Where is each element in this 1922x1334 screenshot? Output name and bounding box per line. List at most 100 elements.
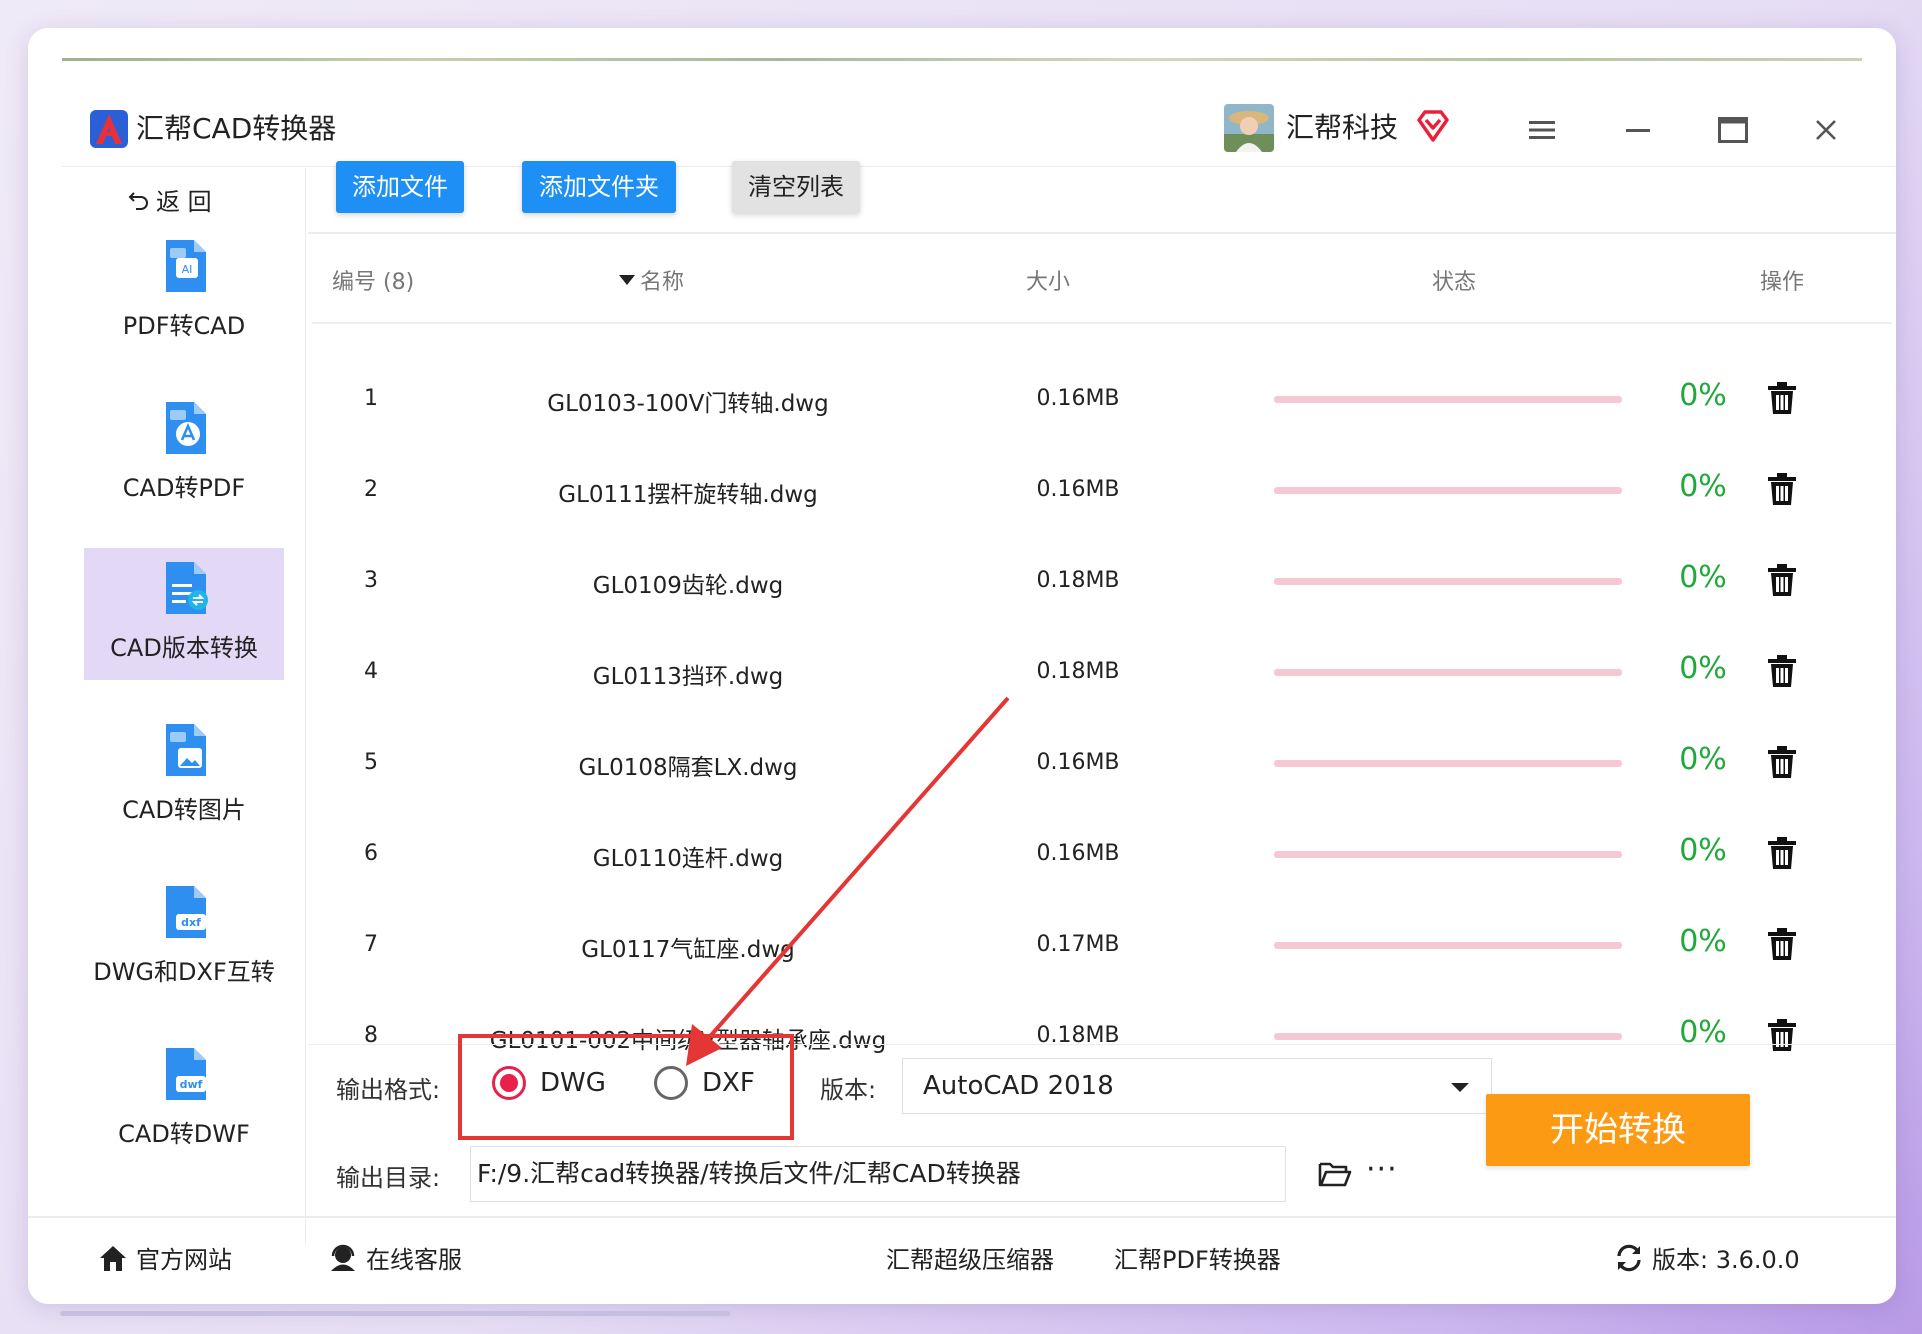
output-dir-label: 输出目录:: [336, 1164, 441, 1192]
official-website-label: 官方网站: [136, 1246, 232, 1274]
col-header-name: 名称: [640, 270, 685, 295]
radio-dxf[interactable]: DXF: [654, 1066, 755, 1100]
row-number: 1: [364, 386, 378, 411]
decorative-bottom-bar: [60, 1311, 730, 1316]
folder-open-icon[interactable]: [1318, 1160, 1352, 1188]
row-progress-bar: [1274, 578, 1622, 585]
back-label: 返 回: [156, 188, 212, 216]
close-button[interactable]: [1808, 112, 1844, 148]
version-label: 版本:: [820, 1076, 877, 1104]
delete-button[interactable]: [1764, 744, 1800, 780]
col-header-status: 状态: [1432, 270, 1477, 295]
row-number: 2: [364, 477, 378, 502]
footer: 官方网站 在线客服 汇帮超级压缩器 汇帮PDF转换器 版本: 3.6.0.0: [28, 1216, 1896, 1304]
maximize-icon: [1718, 117, 1748, 143]
sidebar-item-cad-version-convert[interactable]: CAD版本转换: [84, 548, 284, 680]
row-file-size: 0.16MB: [1036, 477, 1120, 502]
back-arrow-icon: [128, 191, 148, 210]
dwg-dxf-convert-icon: dxf: [166, 886, 206, 938]
delete-button[interactable]: [1764, 562, 1800, 598]
row-file-size: 0.17MB: [1036, 932, 1120, 957]
row-progress-bar: [1274, 669, 1622, 676]
online-service-link[interactable]: 在线客服: [328, 1240, 462, 1275]
radio-dxf-circle[interactable]: [654, 1066, 688, 1100]
delete-button[interactable]: [1764, 1017, 1800, 1053]
row-number: 4: [364, 659, 378, 684]
row-progress-bar: [1274, 1033, 1622, 1040]
delete-button[interactable]: [1764, 471, 1800, 507]
sidebar-label-cad-to-dwf: CAD转DWF: [118, 1120, 250, 1148]
col-header-name-wrap[interactable]: 名称: [618, 264, 684, 296]
trash-icon: [1768, 473, 1796, 505]
sidebar: 返 回 AI PDF转CAD CAD转PDF CAD版本转换 CAD转图片 dx…: [28, 168, 306, 1244]
app-logo-icon: [90, 110, 128, 148]
delete-button[interactable]: [1764, 926, 1800, 962]
online-service-label: 在线客服: [366, 1246, 462, 1274]
row-number: 7: [364, 932, 378, 957]
back-button[interactable]: 返 回: [128, 182, 212, 217]
col-header-num: 编号 (8): [332, 270, 415, 295]
row-file-name: GL0103-100V门转轴.dwg: [547, 391, 829, 417]
pdf-converter-label: 汇帮PDF转换器: [1114, 1246, 1281, 1274]
row-percent: 0%: [1679, 742, 1727, 777]
add-folder-button[interactable]: 添加文件夹: [522, 161, 676, 213]
row-progress-bar: [1274, 942, 1622, 949]
app-title: 汇帮CAD转换器: [136, 112, 337, 145]
home-icon: [100, 1245, 126, 1271]
add-file-button[interactable]: 添加文件: [336, 161, 464, 213]
clear-list-button[interactable]: 清空列表: [732, 161, 860, 213]
radio-dwg-circle[interactable]: [492, 1066, 526, 1100]
cad-to-image-icon: [166, 724, 206, 776]
row-file-name: GL0117气缸座.dwg: [581, 937, 795, 963]
row-file-name: GL0110连杆.dwg: [592, 846, 784, 872]
sidebar-item-cad-to-pdf[interactable]: CAD转PDF: [84, 388, 284, 520]
user-name[interactable]: 汇帮科技: [1286, 108, 1398, 148]
row-percent: 0%: [1679, 651, 1727, 686]
row-file-size: 0.16MB: [1036, 841, 1120, 866]
compressor-link[interactable]: 汇帮超级压缩器: [886, 1240, 1054, 1275]
sidebar-item-cad-to-dwf[interactable]: dwf CAD转DWF: [84, 1034, 284, 1166]
user-avatar[interactable]: [1224, 104, 1274, 152]
annotation-arrow: [686, 696, 1010, 1066]
row-file-size: 0.18MB: [1036, 568, 1120, 593]
sidebar-label-cad-version-convert: CAD版本转换: [110, 634, 258, 662]
version-select[interactable]: AutoCAD 2018: [902, 1058, 1492, 1114]
sidebar-item-cad-to-image[interactable]: CAD转图片: [84, 710, 284, 842]
sidebar-item-pdf-to-cad[interactable]: AI PDF转CAD: [84, 226, 284, 358]
cad-to-dwf-icon: dwf: [166, 1048, 206, 1100]
output-dir-field[interactable]: F:/9.汇帮cad转换器/转换后文件/汇帮CAD转换器: [470, 1146, 1286, 1202]
start-convert-button[interactable]: 开始转换: [1486, 1094, 1750, 1166]
row-number: 6: [364, 841, 378, 866]
row-file-size: 0.16MB: [1036, 750, 1120, 775]
row-progress-bar: [1274, 487, 1622, 494]
row-file-name: GL0111摆杆旋转轴.dwg: [558, 482, 818, 508]
sidebar-label-cad-to-image: CAD转图片: [122, 796, 246, 824]
official-website-link[interactable]: 官方网站: [98, 1240, 232, 1275]
hamburger-icon: [1529, 121, 1555, 139]
version-select-value: AutoCAD 2018: [923, 1071, 1114, 1101]
toolbar-divider: [308, 232, 1896, 234]
trash-icon: [1768, 382, 1796, 414]
svg-text:dxf: dxf: [181, 916, 201, 929]
cad-version-convert-icon: [166, 562, 208, 614]
col-header-size: 大小: [1026, 270, 1071, 295]
minimize-button[interactable]: [1620, 112, 1656, 148]
menu-button[interactable]: [1524, 112, 1560, 148]
delete-button[interactable]: [1764, 380, 1800, 416]
row-progress-bar: [1274, 851, 1622, 858]
row-file-name: GL0101-002中间级V型器轴承座.dwg: [489, 1028, 887, 1054]
delete-button[interactable]: [1764, 835, 1800, 871]
more-options-button[interactable]: ···: [1366, 1152, 1398, 1187]
pdf-converter-link[interactable]: 汇帮PDF转换器: [1114, 1240, 1281, 1275]
maximize-button[interactable]: [1715, 112, 1751, 148]
row-file-size: 0.18MB: [1036, 659, 1120, 684]
sort-down-icon: [619, 275, 635, 285]
row-file-name: GL0109齿轮.dwg: [592, 573, 784, 599]
vip-diamond-icon[interactable]: [1415, 108, 1451, 144]
sidebar-item-dwg-dxf-convert[interactable]: dxf DWG和DXF互转: [84, 872, 284, 1004]
delete-button[interactable]: [1764, 653, 1800, 689]
row-percent: 0%: [1679, 469, 1727, 504]
minimize-icon: [1626, 129, 1650, 132]
version-info[interactable]: 版本: 3.6.0.0: [1614, 1240, 1800, 1275]
radio-dwg[interactable]: DWG: [492, 1066, 606, 1100]
